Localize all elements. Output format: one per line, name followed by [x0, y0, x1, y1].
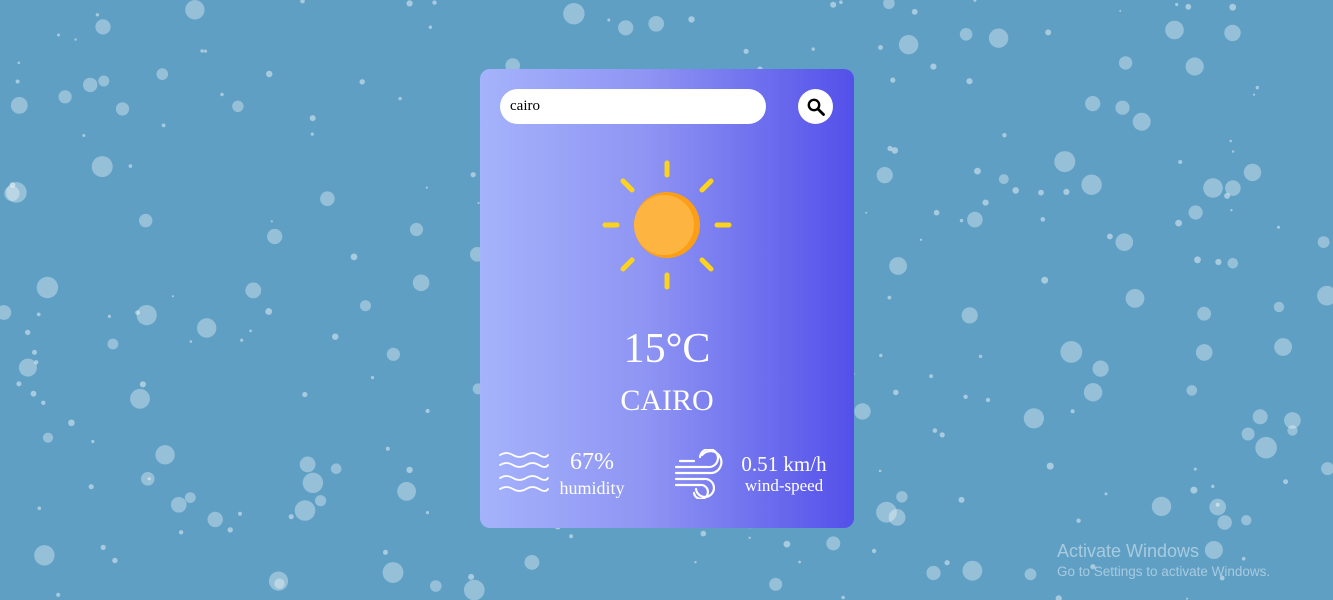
wind-speed-label: wind-speed	[744, 476, 824, 495]
weather-card: 15°C CAIRO 67% humidity 0.51 km/h wind-s…	[480, 69, 854, 528]
city-search-input[interactable]	[500, 89, 766, 124]
activate-windows-watermark: Activate Windows Go to Settings to activ…	[1057, 540, 1270, 582]
search-icon	[807, 98, 825, 116]
wind-icon	[674, 449, 723, 499]
search-button[interactable]	[798, 89, 833, 124]
city-name: CAIRO	[620, 384, 714, 417]
sun-icon	[602, 160, 732, 290]
humidity-label: humidity	[559, 478, 625, 498]
temperature: 15°C	[623, 326, 711, 372]
waves-icon	[499, 452, 549, 492]
humidity-value: 67%	[570, 449, 614, 475]
watermark-subtitle: Go to Settings to activate Windows.	[1057, 564, 1271, 579]
watermark-title: Activate Windows	[1057, 541, 1200, 561]
wind-speed-value: 0.51 km/h	[741, 452, 827, 476]
